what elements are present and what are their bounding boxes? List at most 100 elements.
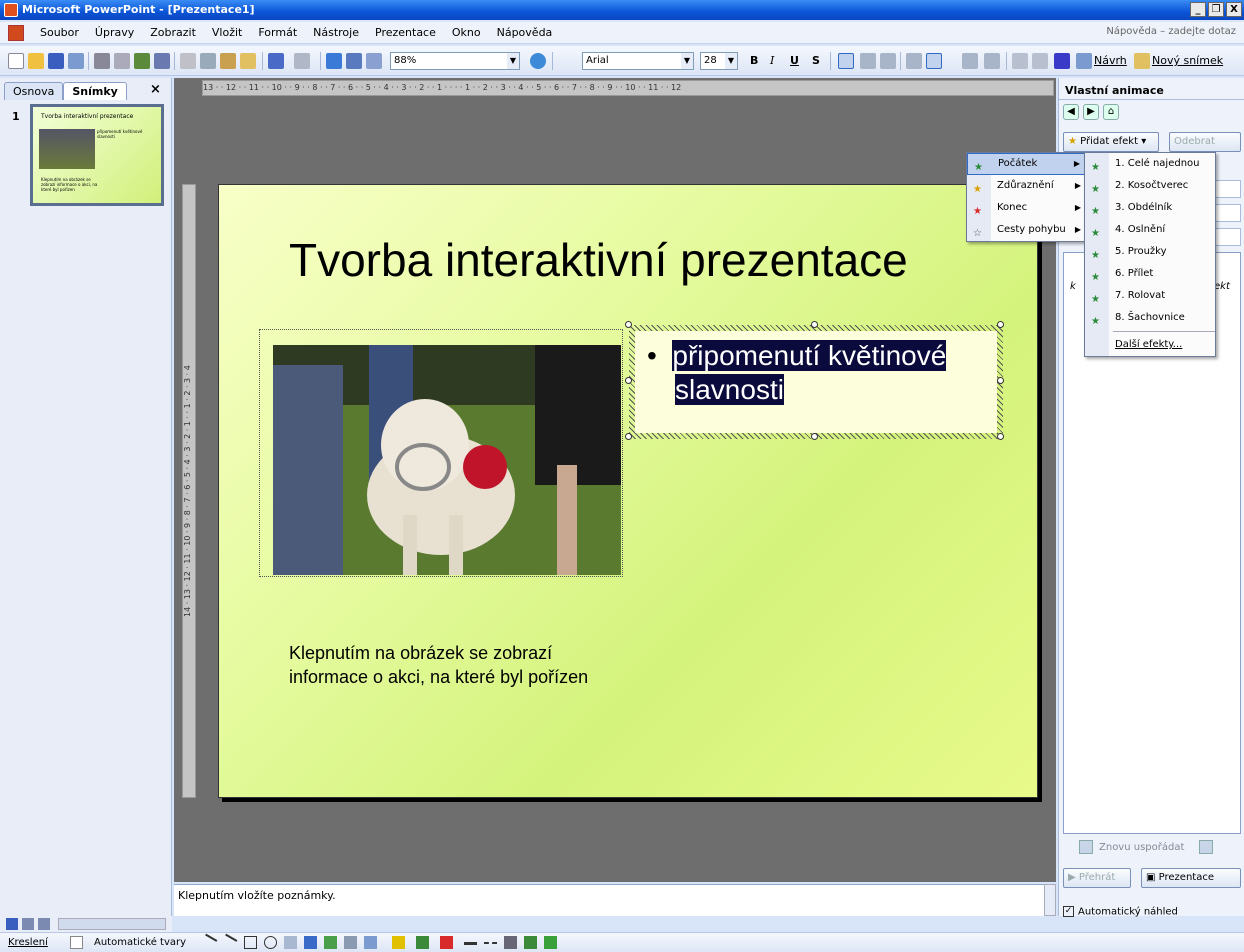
help-icon[interactable] — [530, 53, 546, 69]
home-icon[interactable]: ⌂ — [1103, 104, 1119, 120]
effect-item-5[interactable]: ★ 5. Proužky — [1085, 241, 1215, 263]
open-icon[interactable] — [28, 53, 44, 69]
select-pointer-icon[interactable] — [70, 936, 83, 949]
resize-handle[interactable] — [625, 377, 632, 384]
bold-button[interactable]: B — [750, 54, 758, 67]
back-icon[interactable]: ◀ — [1063, 104, 1079, 120]
slide-title[interactable]: Tvorba interaktivní prezentace — [289, 233, 908, 287]
permission-icon[interactable] — [68, 53, 84, 69]
effect-item-6[interactable]: ★ 6. Přílet — [1085, 263, 1215, 285]
resize-handle[interactable] — [625, 433, 632, 440]
forward-icon[interactable]: ▶ — [1083, 104, 1099, 120]
powerpoint-app-icon[interactable] — [4, 3, 18, 17]
slideshow-button[interactable]: ▣ Prezentace — [1141, 868, 1241, 888]
horizontal-scrollbar[interactable] — [58, 918, 166, 930]
shadow-button[interactable]: S — [812, 54, 820, 67]
underline-button[interactable]: U — [790, 54, 799, 67]
insert-table-icon[interactable] — [346, 53, 362, 69]
diagram-icon[interactable] — [324, 936, 337, 949]
slide-caption[interactable]: Klepnutím na obrázek se zobrazí informac… — [289, 641, 609, 689]
picture-icon[interactable] — [364, 936, 377, 949]
line-color-icon[interactable] — [416, 936, 429, 949]
menu-item-zduraznenı[interactable]: ★ Zdůraznění ▶ — [967, 175, 1085, 197]
slide[interactable]: Tvorba interaktivní prezentace • připome… — [218, 184, 1038, 798]
resize-handle[interactable] — [811, 321, 818, 328]
slideshow-view-icon[interactable] — [38, 918, 50, 930]
move-up-icon[interactable] — [1079, 840, 1093, 854]
line-style-icon[interactable] — [464, 942, 477, 952]
arrow-icon[interactable] — [219, 933, 238, 952]
rectangle-icon[interactable] — [244, 936, 257, 949]
font-color-icon[interactable] — [1054, 53, 1070, 69]
close-pane-icon[interactable]: × — [150, 82, 161, 97]
dog-photo[interactable] — [273, 345, 621, 575]
menu-nastroje[interactable]: Nástroje — [311, 24, 361, 41]
wordart-icon[interactable] — [304, 936, 317, 949]
play-button[interactable]: ▶ Přehrát — [1063, 868, 1131, 888]
menu-item-cesty-pohybu[interactable]: ☆ Cesty pohybu ▶ — [967, 219, 1085, 241]
decrease-indent-icon[interactable] — [1012, 53, 1028, 69]
notes-scrollbar[interactable] — [1044, 884, 1056, 916]
resize-handle[interactable] — [997, 321, 1004, 328]
resize-handle[interactable] — [625, 321, 632, 328]
italic-button[interactable]: I — [770, 54, 774, 67]
horizontal-ruler[interactable]: 13 · · 12 · · 11 · · 10 · · 9 · · 8 · · … — [202, 80, 1054, 96]
move-down-icon[interactable] — [1199, 840, 1213, 854]
tab-osnova[interactable]: Osnova — [4, 82, 64, 100]
arrow-style-icon[interactable] — [504, 936, 517, 949]
show-grid-icon[interactable] — [366, 53, 382, 69]
decrease-font-icon[interactable] — [984, 53, 1000, 69]
minimize-button[interactable]: _ — [1190, 2, 1206, 17]
tab-snimky[interactable]: Snímky — [63, 82, 127, 100]
effect-item-2[interactable]: ★ 2. Kosočtverec — [1085, 175, 1215, 197]
cut-icon[interactable] — [180, 53, 196, 69]
insert-chart-icon[interactable] — [326, 53, 342, 69]
redo-icon[interactable] — [294, 53, 310, 69]
menu-zobrazit[interactable]: Zobrazit — [148, 24, 198, 41]
spelling-icon[interactable] — [134, 53, 150, 69]
slide-sorter-icon[interactable] — [22, 918, 34, 930]
align-left-icon[interactable] — [838, 53, 854, 69]
align-center-icon[interactable] — [860, 53, 876, 69]
numbering-icon[interactable] — [906, 53, 922, 69]
remove-button[interactable]: Odebrat — [1169, 132, 1241, 152]
dash-style-icon[interactable] — [484, 942, 497, 952]
vertical-ruler[interactable]: 14 · 13 · 12 · 11 · 10 · 9 · 8 · 7 · 6 ·… — [182, 184, 196, 798]
format-painter-icon[interactable] — [240, 53, 256, 69]
menu-item-konec[interactable]: ★ Konec ▶ — [967, 197, 1085, 219]
increase-font-icon[interactable] — [962, 53, 978, 69]
normal-view-icon[interactable] — [6, 918, 18, 930]
increase-indent-icon[interactable] — [1032, 53, 1048, 69]
menu-format[interactable]: Formát — [256, 24, 299, 41]
add-effect-button[interactable]: ★ Přidat efekt ▾ — [1063, 132, 1159, 152]
effect-item-8[interactable]: ★ 8. Šachovnice — [1085, 307, 1215, 329]
design-icon[interactable] — [1076, 53, 1092, 69]
new-icon[interactable] — [8, 53, 24, 69]
menu-upravy[interactable]: Úpravy — [93, 24, 136, 41]
close-window-button[interactable]: X — [1226, 2, 1242, 17]
notes-pane[interactable]: Klepnutím vložíte poznámky. — [174, 884, 1044, 916]
effect-item-3[interactable]: ★ 3. Obdélník — [1085, 197, 1215, 219]
effect-item-1[interactable]: ★ 1. Celé najednou — [1085, 153, 1215, 175]
menu-item-pocatek[interactable]: ★ Počátek ▶ — [967, 153, 1085, 175]
fill-color-icon[interactable] — [392, 936, 405, 949]
bullet-text[interactable]: • připomenutí květinové slavnosti — [647, 339, 947, 407]
shadow-style-icon[interactable] — [524, 936, 537, 949]
3d-style-icon[interactable] — [544, 936, 557, 949]
menu-soubor[interactable]: Soubor — [38, 24, 81, 41]
print-preview-icon[interactable] — [114, 53, 130, 69]
print-icon[interactable] — [94, 53, 110, 69]
draw-menu[interactable]: Kreslení — [8, 937, 48, 948]
new-slide-icon[interactable] — [1134, 53, 1150, 69]
copy-icon[interactable] — [200, 53, 216, 69]
line-icon[interactable] — [199, 933, 218, 952]
help-search-box[interactable]: Nápověda – zadejte dotaz — [1106, 26, 1236, 37]
document-icon[interactable] — [8, 24, 24, 41]
research-icon[interactable] — [154, 53, 170, 69]
slide-thumbnail[interactable]: Tvorba interaktivní prezentace připomenu… — [30, 104, 164, 206]
clipart-icon[interactable] — [344, 936, 357, 949]
zoom-select[interactable]: 88% ▼ — [390, 52, 520, 70]
align-right-icon[interactable] — [880, 53, 896, 69]
autopreview-checkbox[interactable]: ✓ Automatický náhled — [1063, 906, 1178, 918]
resize-handle[interactable] — [997, 377, 1004, 384]
